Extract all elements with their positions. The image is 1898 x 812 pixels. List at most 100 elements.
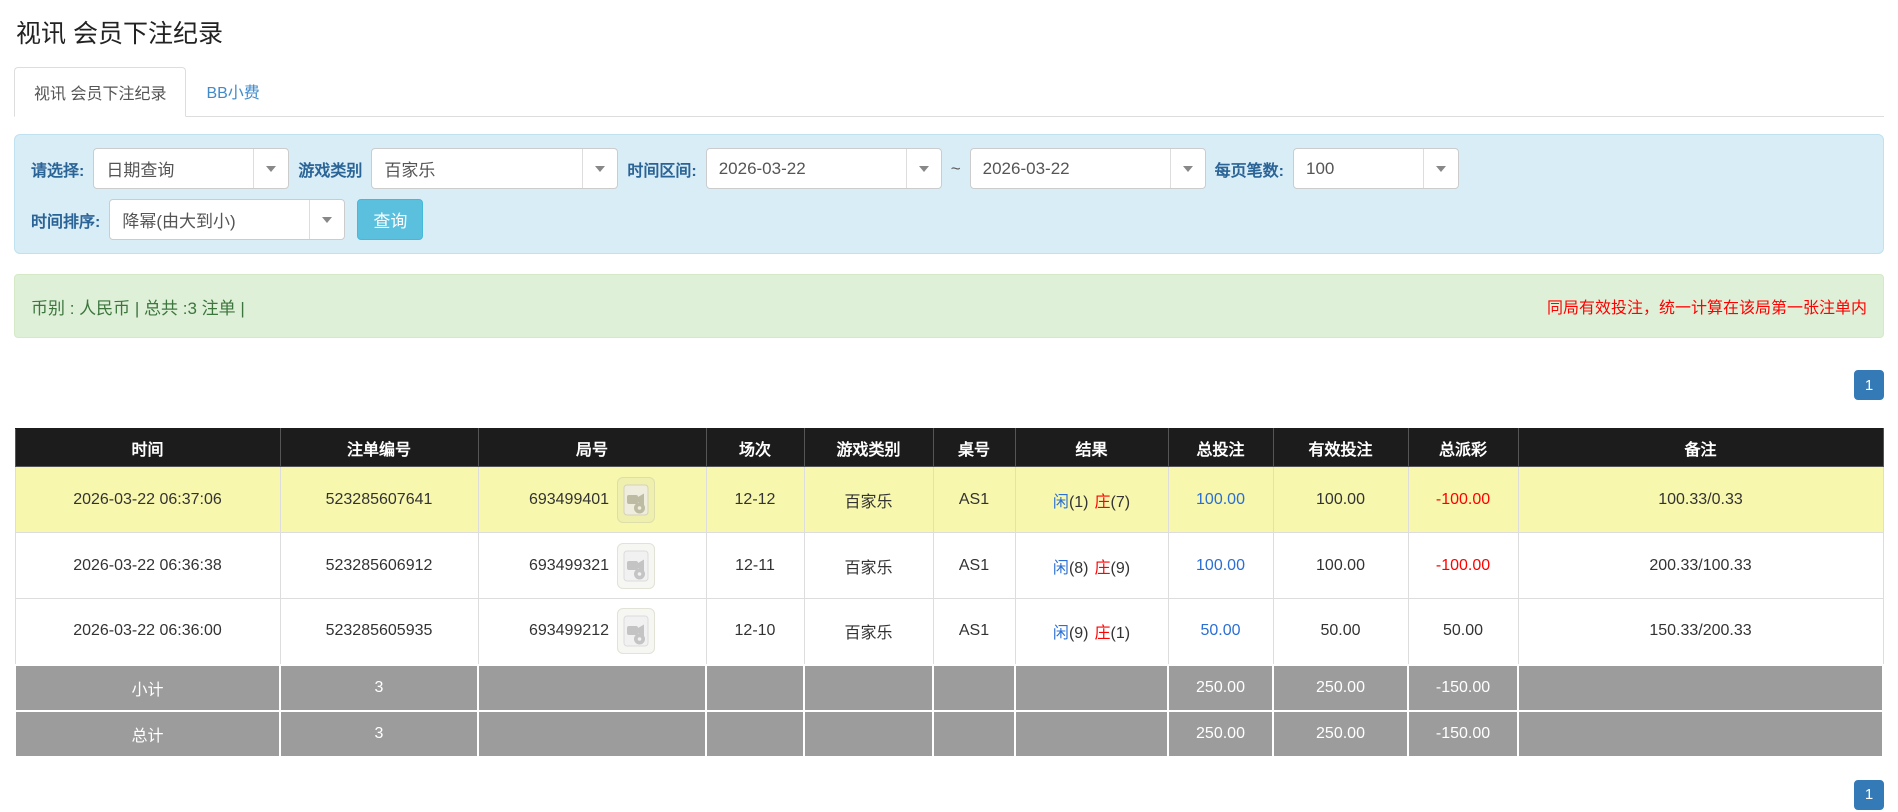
subtotal-payout: -150.00	[1407, 663, 1519, 712]
result-banker-label: 庄	[1094, 625, 1111, 643]
cell-note: 200.33/100.33	[1517, 532, 1884, 599]
time-sort-label: 时间排序:	[31, 213, 101, 231]
video-replay-icon[interactable]	[617, 476, 656, 523]
tab-bar: 视讯 会员下注纪录 BB小费	[14, 66, 1884, 117]
grand-total-total-bet: 250.00	[1167, 709, 1274, 758]
grand-total-count: 3	[279, 709, 479, 758]
cell-total-bet[interactable]: 100.00	[1167, 532, 1274, 599]
cell-table-no: AS1	[932, 466, 1016, 533]
search-button[interactable]: 查询	[357, 199, 424, 240]
cell-total-bet[interactable]: 50.00	[1167, 598, 1274, 665]
pagination-top: 1	[14, 370, 1884, 400]
table-row: 2026-03-22 06:36:00 523285605935 6934992…	[14, 598, 1884, 665]
date-from-value: 2026-03-22	[718, 158, 806, 178]
cell-round-id: 693499321	[477, 532, 707, 599]
table-header-row: 时间 注单编号 局号 场次 游戏类别 桌号 结果 总投注 有效投注 总派彩 备注	[14, 428, 1884, 467]
cell-table-no: AS1	[932, 598, 1016, 665]
grand-total-label: 总计	[14, 709, 281, 758]
subtotal-round	[477, 663, 707, 712]
cell-time: 2026-03-22 06:36:38	[14, 532, 281, 599]
pagination-bottom: 1	[14, 779, 1884, 810]
result-banker-label: 庄	[1094, 559, 1111, 577]
subtotal-note	[1517, 663, 1884, 712]
page-title: 视讯 会员下注纪录	[16, 20, 223, 48]
cell-game-type: 百家乐	[803, 598, 934, 665]
page-size-label: 每页笔数:	[1214, 162, 1284, 180]
video-replay-icon[interactable]	[617, 608, 656, 655]
chevron-down-icon	[1422, 149, 1458, 188]
cell-payout: 50.00	[1407, 598, 1519, 665]
grand-total-game-type	[803, 709, 934, 758]
same-round-notice: 同局有效投注，统一计算在该局第一张注单内	[1546, 300, 1867, 317]
grand-total-payout: -150.00	[1407, 709, 1519, 758]
cell-payout: -100.00	[1407, 532, 1519, 599]
currency-total-text: 币别 : 人民币 | 总共 :3 注单 |	[31, 298, 245, 318]
cell-game-type: 百家乐	[803, 466, 934, 533]
game-type-select[interactable]: 百家乐	[371, 148, 619, 189]
tab-bb-tip[interactable]: BB小费	[186, 66, 279, 116]
cell-payout: -100.00	[1407, 466, 1519, 533]
game-type-value: 百家乐	[384, 161, 436, 180]
round-id-text: 693499321	[528, 556, 610, 574]
cell-round-id: 693499401	[477, 466, 707, 533]
filter-panel: 请选择: 日期查询 游戏类别 百家乐 时间区间: 2026-03-22 ~ 20…	[14, 134, 1884, 254]
cell-bet-id: 523285607641	[279, 466, 479, 533]
grand-total-table-no	[932, 709, 1016, 758]
result-player-label: 闲	[1052, 625, 1069, 643]
col-header-session: 场次	[705, 428, 805, 467]
col-header-valid-bet: 有效投注	[1272, 428, 1409, 467]
grand-total-valid-bet: 250.00	[1272, 709, 1409, 758]
bet-records-table: 时间 注单编号 局号 场次 游戏类别 桌号 结果 总投注 有效投注 总派彩 备注…	[14, 428, 1884, 758]
result-player-count: (8)	[1068, 559, 1089, 577]
result-player-count: (9)	[1068, 625, 1089, 643]
page-size-select[interactable]: 100	[1292, 148, 1459, 189]
cell-round-id: 693499212	[477, 598, 707, 665]
grand-total-session	[705, 709, 805, 758]
time-sort-select[interactable]: 降幂(由大到小)	[109, 199, 346, 240]
cell-valid-bet: 50.00	[1272, 598, 1409, 665]
col-header-result: 结果	[1014, 428, 1169, 467]
col-header-payout: 总派彩	[1407, 428, 1519, 467]
cell-note: 100.33/0.33	[1517, 466, 1884, 533]
col-header-bet-id: 注单编号	[279, 428, 479, 467]
filter-row-1: 请选择: 日期查询 游戏类别 百家乐 时间区间: 2026-03-22 ~ 20…	[31, 148, 1867, 189]
grand-total-note	[1517, 709, 1884, 758]
col-header-table-no: 桌号	[932, 428, 1016, 467]
result-player-label: 闲	[1052, 559, 1069, 577]
query-type-label: 请选择:	[31, 162, 85, 180]
result-banker-count: (7)	[1110, 493, 1131, 511]
date-from-select[interactable]: 2026-03-22	[705, 148, 942, 189]
cell-table-no: AS1	[932, 532, 1016, 599]
cell-valid-bet: 100.00	[1272, 532, 1409, 599]
table-row: 2026-03-22 06:36:38 523285606912 6934993…	[14, 532, 1884, 599]
result-banker-count: (1)	[1110, 625, 1131, 643]
col-header-game-type: 游戏类别	[803, 428, 934, 467]
page-1-button[interactable]: 1	[1854, 779, 1884, 810]
cell-session: 12-10	[705, 598, 805, 665]
cell-bet-id: 523285606912	[279, 532, 479, 599]
round-id-text: 693499401	[528, 490, 610, 508]
cell-total-bet[interactable]: 100.00	[1167, 466, 1274, 533]
page-1-button[interactable]: 1	[1854, 370, 1884, 400]
query-type-select[interactable]: 日期查询	[93, 148, 290, 189]
col-header-total-bet: 总投注	[1167, 428, 1274, 467]
cell-bet-id: 523285605935	[279, 598, 479, 665]
game-type-label: 游戏类别	[298, 162, 363, 180]
subtotal-game-type	[803, 663, 934, 712]
date-to-select[interactable]: 2026-03-22	[969, 148, 1206, 189]
query-type-value: 日期查询	[106, 161, 175, 180]
subtotal-result	[1014, 663, 1169, 712]
tab-video-bet-records[interactable]: 视讯 会员下注纪录	[14, 67, 187, 117]
subtotal-count: 3	[279, 663, 479, 712]
grand-total-round	[477, 709, 707, 758]
result-player-count: (1)	[1068, 493, 1089, 511]
col-header-time: 时间	[14, 428, 281, 467]
result-banker-label: 庄	[1094, 493, 1111, 511]
date-range-separator: ~	[950, 158, 961, 178]
page-size-value: 100	[1305, 158, 1335, 178]
col-header-note: 备注	[1517, 428, 1884, 467]
cell-result: 闲(8) 庄(9)	[1014, 532, 1169, 599]
subtotal-valid-bet: 250.00	[1272, 663, 1409, 712]
chevron-down-icon	[582, 149, 617, 188]
video-replay-icon[interactable]	[617, 542, 656, 589]
